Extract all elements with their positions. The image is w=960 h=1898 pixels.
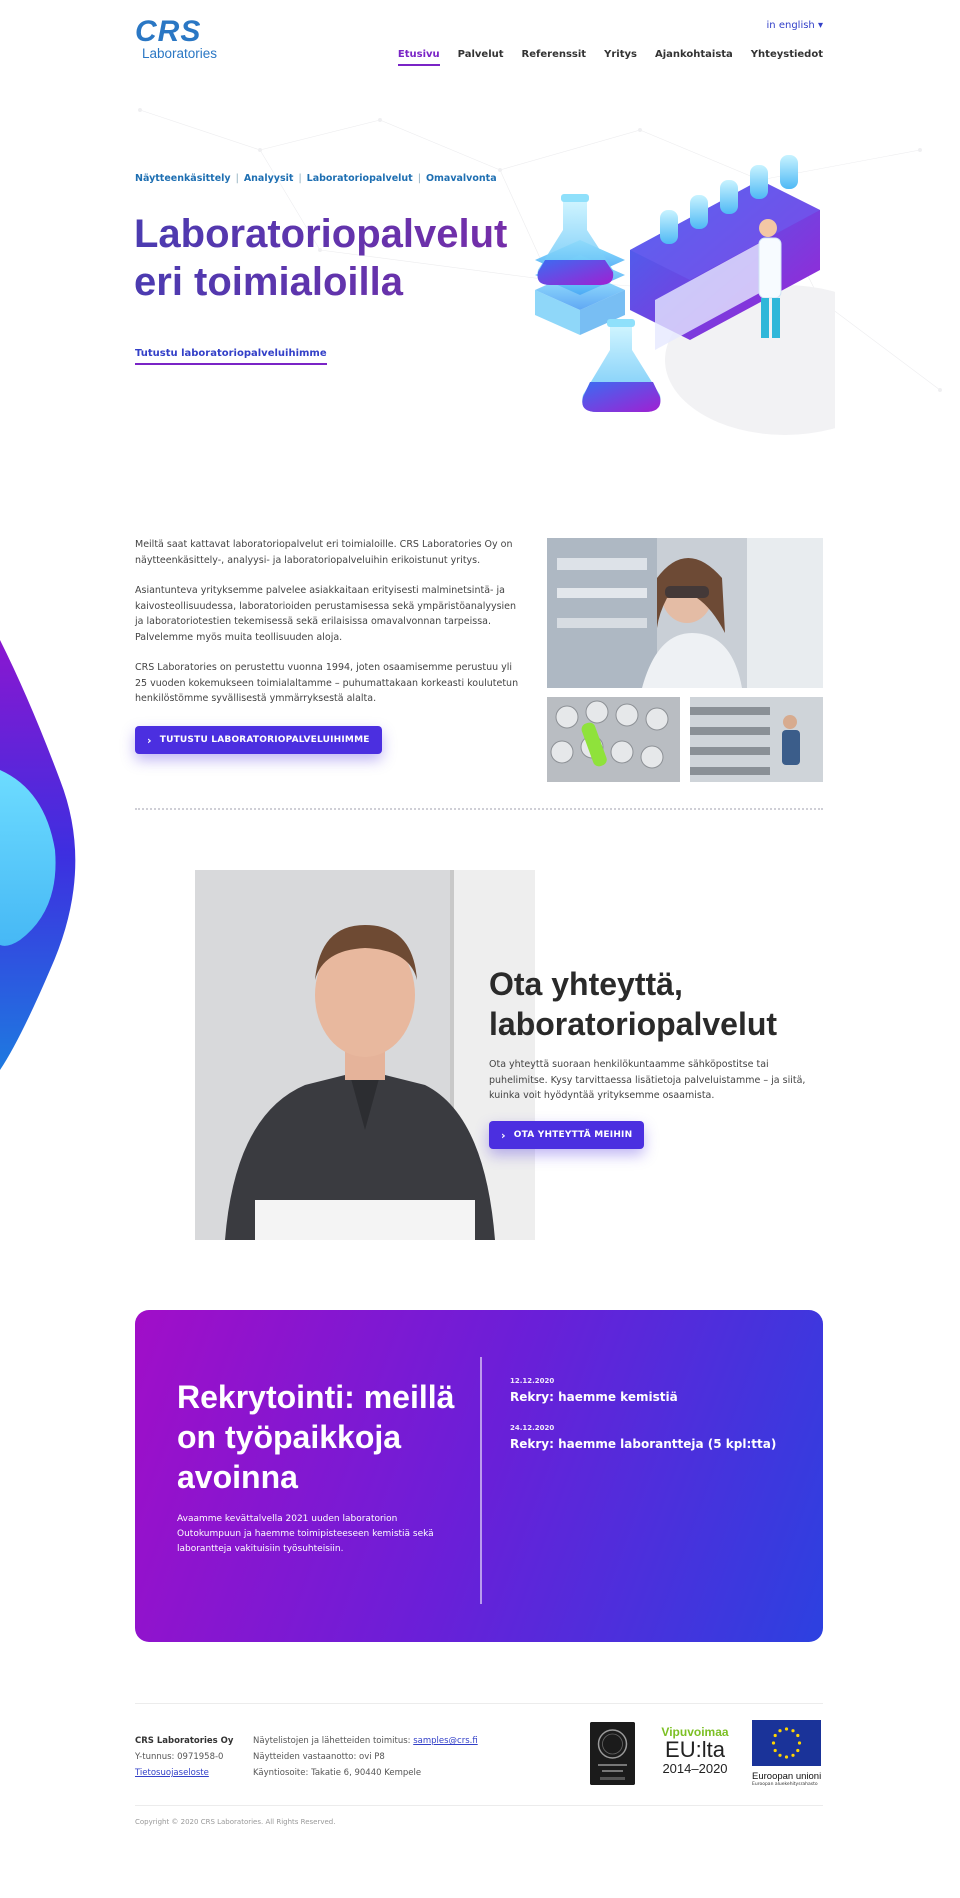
- nav-item-ajankohtaista[interactable]: Ajankohtaista: [655, 49, 733, 66]
- hero-categories: Näytteenkäsittely | Analyysit | Laborato…: [135, 173, 497, 184]
- chevron-down-icon: ▾: [817, 20, 823, 31]
- language-switch[interactable]: in english ▾: [767, 20, 823, 31]
- certificate-badge: [590, 1722, 635, 1785]
- intro-paragraph: Asiantunteva yrityksemme palvelee asiakk…: [135, 585, 517, 643]
- privacy-link[interactable]: Tietosuojaseloste: [135, 1765, 233, 1781]
- category-link[interactable]: Laboratoriopalvelut: [307, 173, 413, 184]
- address-info: Käyntiosoite: Takatie 6, 90440 Kempele: [253, 1768, 422, 1778]
- samples-email-link[interactable]: samples@crs.fi: [413, 1736, 478, 1746]
- recruitment-text: Avaamme kevättalvella 2021 uuden laborat…: [177, 1514, 434, 1554]
- chevron-right-icon: ›: [501, 1128, 506, 1142]
- services-button[interactable]: › TUTUSTU LABORATORIOPALVELUIHIMME: [135, 726, 382, 754]
- eu-subtext: Euroopan aluekehitysrahasto: [752, 1782, 818, 1787]
- eu-text: Euroopan unioni: [752, 1771, 822, 1782]
- contact-title-line1: Ota yhteyttä,: [489, 966, 683, 1002]
- reception-info: Näytteiden vastaanotto: ovi P8: [253, 1752, 385, 1762]
- news-item[interactable]: 24.12.2020 Rekry: haemme laborantteja (5…: [510, 1424, 790, 1451]
- vip-mid-text: EU:lta: [665, 1737, 725, 1762]
- nav-item-yritys[interactable]: Yritys: [604, 49, 637, 66]
- footer-divider: [135, 1703, 823, 1704]
- news-title[interactable]: Rekry: haemme kemistiä: [510, 1390, 790, 1404]
- logo-main: CRS: [135, 15, 202, 48]
- decorative-blob: [0, 640, 76, 1070]
- contact-button-label: OTA YHTEYTTÄ MEIHIN: [513, 1130, 633, 1140]
- contact-title-line2: laboratoriopalvelut: [489, 1006, 778, 1042]
- contact-text: Ota yhteyttä suoraan henkilökuntaamme sä…: [489, 1059, 806, 1101]
- news-item[interactable]: 12.12.2020 Rekry: haemme kemistiä: [510, 1377, 790, 1404]
- chevron-right-icon: ›: [147, 733, 152, 747]
- intro-paragraph: Meiltä saat kattavat laboratoriopalvelut…: [135, 539, 513, 566]
- copyright: Copyright © 2020 CRS Laboratories. All R…: [135, 1818, 336, 1826]
- site-header: CRS Laboratories in english ▾ Etusivu Pa…: [0, 0, 960, 80]
- eu-flag-badge: Euroopan unioni Euroopan aluekehitysraha…: [752, 1720, 823, 1787]
- footer-divider: [135, 1805, 823, 1806]
- lab-photo-racks: [690, 697, 823, 782]
- intro-text: Meiltä saat kattavat laboratoriopalvelut…: [135, 537, 520, 722]
- main-nav: Etusivu Palvelut Referenssit Yritys Ajan…: [397, 49, 823, 66]
- contact-button[interactable]: › OTA YHTEYTTÄ MEIHIN: [489, 1121, 645, 1149]
- logo-sub: Laboratories: [142, 46, 218, 61]
- delivery-info: Näytelistojen ja lähetteiden toimitus: s…: [253, 1733, 478, 1749]
- crs-logo[interactable]: CRS Laboratories: [135, 15, 235, 64]
- news-title[interactable]: Rekry: haemme laborantteja (5 kpl:tta): [510, 1437, 790, 1451]
- business-id: Y-tunnus: 0971958-0: [135, 1752, 224, 1762]
- contact-title: Ota yhteyttä, laboratoriopalvelut: [489, 964, 829, 1044]
- separator: |: [417, 173, 421, 184]
- intro-paragraph: CRS Laboratories on perustettu vuonna 19…: [135, 662, 519, 704]
- delivery-label: Näytelistojen ja lähetteiden toimitus:: [253, 1736, 414, 1746]
- recruitment-panel: Rekrytointi: meillä on työpaikkoja avoin…: [135, 1310, 823, 1642]
- contact-person-photo: [195, 870, 535, 1240]
- vip-years-text: 2014–2020: [662, 1761, 728, 1776]
- hero-link[interactable]: Tutustu laboratoriopalveluihimme: [135, 348, 327, 365]
- recruitment-divider: [480, 1357, 482, 1604]
- hero-title-line1: Laboratoriopalvelut: [134, 212, 508, 256]
- eu-funding-badge: Vipuvoimaa EU:lta 2014–2020: [655, 1725, 735, 1781]
- nav-item-etusivu[interactable]: Etusivu: [397, 49, 440, 66]
- eu-flag-icon: [752, 1720, 821, 1766]
- company-name: CRS Laboratories Oy: [135, 1736, 234, 1746]
- footer-contact: Näytelistojen ja lähetteiden toimitus: s…: [253, 1733, 478, 1781]
- category-link[interactable]: Omavalvonta: [426, 173, 497, 184]
- language-label: in english: [766, 20, 815, 31]
- nav-item-palvelut[interactable]: Palvelut: [458, 49, 504, 66]
- footer-company: CRS Laboratories Oy Y-tunnus: 0971958-0 …: [135, 1733, 233, 1781]
- nav-item-referenssit[interactable]: Referenssit: [522, 49, 587, 66]
- hero-title: Laboratoriopalvelut eri toimialoilla: [134, 210, 554, 306]
- news-date: 24.12.2020: [510, 1424, 555, 1432]
- hero-title-line2: eri toimialoilla: [134, 260, 403, 304]
- separator: |: [235, 173, 239, 184]
- category-link[interactable]: Näytteenkäsittely: [135, 173, 231, 184]
- lab-photo-testtubes: [547, 697, 680, 782]
- nav-item-yhteystiedot[interactable]: Yhteystiedot: [751, 49, 823, 66]
- services-button-label: TUTUSTU LABORATORIOPALVELUIHIMME: [159, 735, 370, 745]
- news-date: 12.12.2020: [510, 1377, 555, 1385]
- separator: |: [298, 173, 302, 184]
- lab-illustration: [535, 155, 835, 435]
- lab-photo-scientist: [547, 538, 823, 688]
- recruitment-title: Rekrytointi: meillä on työpaikkoja avoin…: [177, 1379, 455, 1495]
- category-link[interactable]: Analyysit: [244, 173, 294, 184]
- section-divider: [135, 808, 823, 810]
